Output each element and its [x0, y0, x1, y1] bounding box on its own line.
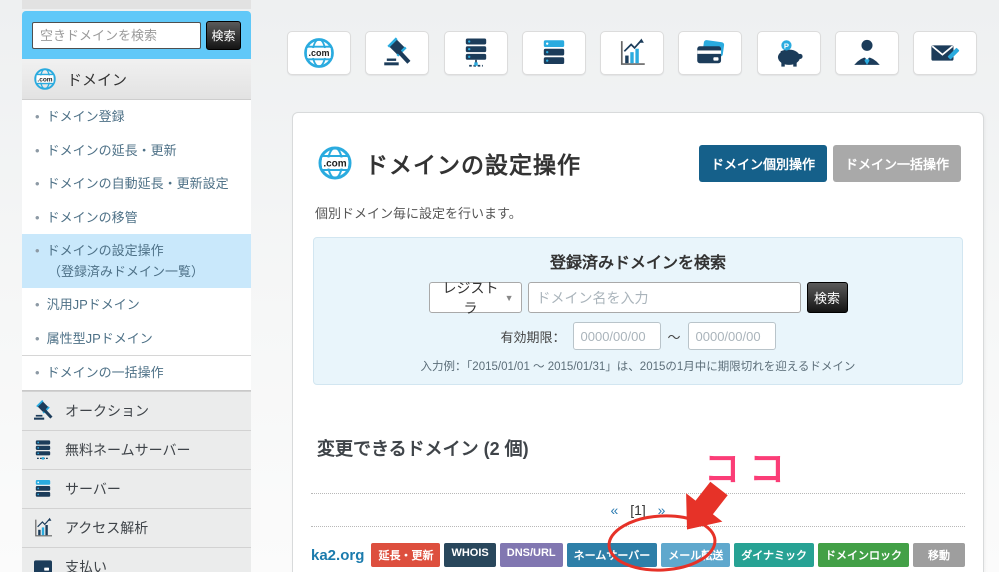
analytics-icon [35, 517, 52, 537]
sidebar-item-generic-jp-domain[interactable]: 汎用JPドメイン [22, 288, 251, 322]
domain-globe-icon: .com [318, 146, 352, 180]
iconbar-auction[interactable] [365, 31, 430, 75]
sidebar-domain-menu: ドメイン登録 ドメインの延長・更新 ドメインの自動延長・更新設定 ドメインの移管… [22, 100, 251, 391]
domain-globe-icon: .com [304, 38, 334, 68]
sidebar-section-free-nameserver-label: 無料ネームサーバー [65, 441, 191, 458]
domain-name-input[interactable] [527, 282, 801, 313]
svg-text:.com: .com [37, 76, 52, 83]
main-panel: .com ドメインの設定操作 ドメイン個別操作 ドメイン一括操作 個別ドメイン毎… [292, 112, 984, 572]
sidebar-item-attribute-jp-domain[interactable]: 属性型JPドメイン [22, 322, 251, 356]
chevron-down-icon: ▼ [504, 292, 514, 303]
payment-icon [34, 560, 52, 572]
sidebar-top-strip [22, 0, 251, 9]
svg-text:P: P [783, 41, 788, 50]
iconbar-mail[interactable] [913, 31, 977, 75]
sidebar-item-domain-transfer[interactable]: ドメインの移管 [22, 201, 251, 235]
badge-dynamic[interactable]: ダイナミック [734, 543, 814, 567]
domain-individual-ops-button[interactable]: ドメイン個別操作 [698, 144, 827, 182]
nameserver-icon [35, 440, 51, 460]
badge-dns-url[interactable]: DNS/URL [499, 543, 563, 567]
expiry-label: 有効期限： [500, 329, 566, 345]
sidebar-item-domain-auto-renew[interactable]: ドメインの自動延長・更新設定 [22, 167, 251, 201]
domain-globe-icon: .com [34, 68, 56, 90]
svg-text:.com: .com [308, 48, 329, 58]
sidebar-section-server[interactable]: サーバー [22, 468, 251, 508]
top-icon-bar: .com P [287, 31, 977, 75]
sidebar-section-free-nameserver[interactable]: 無料ネームサーバー [22, 429, 251, 469]
sidebar-search-area: 検索 [22, 11, 251, 59]
account-person-icon [854, 39, 880, 65]
points-piggy-icon: P [777, 40, 803, 67]
sidebar-section-auction[interactable]: オークション [22, 390, 251, 430]
gavel-icon [34, 399, 53, 420]
domain-bulk-ops-button[interactable]: ドメイン一括操作 [832, 144, 961, 182]
sidebar-item-domain-bulk-ops[interactable]: ドメインの一括操作 [22, 355, 251, 390]
server-icon [543, 40, 564, 65]
panel-description: 個別ドメイン毎に設定を行います。 [315, 206, 522, 221]
iconbar-analytics[interactable] [600, 31, 664, 75]
sidebar: 検索 .com ドメイン ドメイン登録 ドメインの延長・更新 ドメインの自動延長… [22, 0, 251, 572]
sidebar-section-payment-label: 支払い [65, 558, 107, 572]
sidebar-section-analytics[interactable]: アクセス解析 [22, 507, 251, 547]
badge-whois[interactable]: WHOIS [444, 543, 496, 567]
sidebar-item-domain-settings-sublabel: （登録済みドメイン一覧） [48, 263, 205, 279]
sidebar-section-server-label: サーバー [65, 480, 121, 497]
sidebar-domain-header-label: ドメイン [67, 71, 128, 89]
free-domain-search-input[interactable] [32, 21, 201, 49]
tilde-separator: ～ [667, 329, 681, 345]
search-panel-title: 登録済みドメインを検索 [549, 255, 726, 272]
badge-move[interactable]: 移動 [913, 543, 965, 567]
sidebar-item-domain-settings-active[interactable]: ドメインの設定操作 （登録済みドメイン一覧） [22, 234, 251, 289]
badge-domain-lock[interactable]: ドメインロック [818, 543, 909, 567]
sidebar-item-domain-register[interactable]: ドメイン登録 [22, 100, 251, 134]
panel-header: .com ドメインの設定操作 ドメイン個別操作 ドメイン一括操作 [293, 113, 983, 183]
svg-text:.com: .com [323, 159, 346, 170]
iconbar-nameserver[interactable] [443, 31, 508, 75]
annotation-circle-icon [607, 514, 717, 572]
domain-search-button[interactable]: 検索 [806, 282, 848, 313]
registrar-select[interactable]: レジストラ ▼ [428, 280, 522, 316]
sidebar-section-payment[interactable]: 支払い [22, 546, 251, 572]
server-icon [35, 479, 51, 497]
iconbar-domain[interactable]: .com [287, 31, 351, 75]
page-title: ドメインの設定操作 [365, 152, 581, 178]
expiry-to-input[interactable] [687, 322, 776, 350]
iconbar-server[interactable] [521, 31, 586, 75]
payment-card-icon [697, 40, 725, 64]
mail-icon [931, 45, 960, 61]
changeable-domains-heading: 変更できるドメイン (2 個) [317, 439, 529, 459]
nameserver-icon [465, 38, 486, 67]
expiry-from-input[interactable] [572, 322, 661, 350]
iconbar-points[interactable]: P [756, 31, 821, 75]
auction-gavel-icon [384, 37, 411, 66]
iconbar-payment[interactable] [678, 31, 743, 75]
badge-renew[interactable]: 延長・更新 [371, 543, 441, 567]
registered-domain-search-panel: 登録済みドメインを検索 レジストラ ▼ 検索 有効期限： ～ 入力例：「2015… [313, 237, 963, 385]
sidebar-domain-header[interactable]: .com ドメイン [22, 59, 251, 100]
sidebar-search-button[interactable]: 検索 [206, 20, 241, 50]
sidebar-section-analytics-label: アクセス解析 [65, 519, 149, 536]
sidebar-item-domain-renew[interactable]: ドメインの延長・更新 [22, 134, 251, 168]
sidebar-section-auction-label: オークション [65, 402, 149, 419]
search-hint: 入力例：「2015/01/01 ～ 2015/01/31」は、2015の1月中に… [420, 361, 856, 373]
analytics-icon [620, 38, 645, 65]
iconbar-account[interactable] [834, 31, 899, 75]
domain-name-link[interactable]: ka2.org [311, 547, 364, 564]
